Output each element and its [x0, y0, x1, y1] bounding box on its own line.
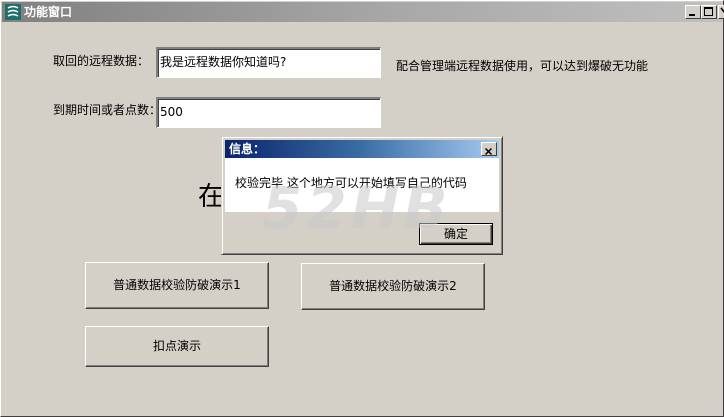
dialog-body: 校验完毕 这个地方可以开始填写自己的代码: [225, 158, 499, 212]
demo1-button[interactable]: 普通数据校验防破演示1: [85, 262, 269, 309]
ok-button[interactable]: 确定: [419, 223, 493, 245]
dialog-message: 校验完毕 这个地方可以开始填写自己的代码: [235, 176, 467, 190]
maximize-button[interactable]: [701, 5, 717, 19]
remote-data-label: 取回的远程数据：: [53, 54, 150, 68]
remote-data-note: 配合管理端远程数据使用，可以达到爆破无功能: [396, 59, 649, 73]
dialog-close-button[interactable]: [481, 142, 497, 156]
close-button[interactable]: [718, 5, 724, 19]
minimize-button[interactable]: [685, 5, 701, 19]
info-dialog: 信息： 校验完毕 这个地方可以开始填写自己的代码 确定: [221, 136, 503, 255]
close-icon: [720, 7, 724, 13]
maximize-icon: [704, 7, 713, 16]
minimize-icon: [689, 14, 695, 16]
title-bar[interactable]: 功能窗口: [2, 2, 724, 22]
expiry-field[interactable]: 500: [156, 97, 381, 128]
window-title: 功能窗口: [24, 5, 73, 19]
remote-data-field[interactable]: 我是远程数据你知道吗?: [156, 47, 381, 78]
demo2-button[interactable]: 普通数据校验防破演示2: [301, 263, 485, 310]
expiry-label: 到期时间或者点数：: [53, 103, 162, 117]
dialog-title-bar[interactable]: 信息：: [225, 140, 499, 158]
close-icon: [484, 147, 493, 156]
deduct-button[interactable]: 扣点演示: [85, 326, 269, 367]
app-icon: [5, 4, 21, 20]
dialog-title: 信息：: [229, 142, 266, 156]
